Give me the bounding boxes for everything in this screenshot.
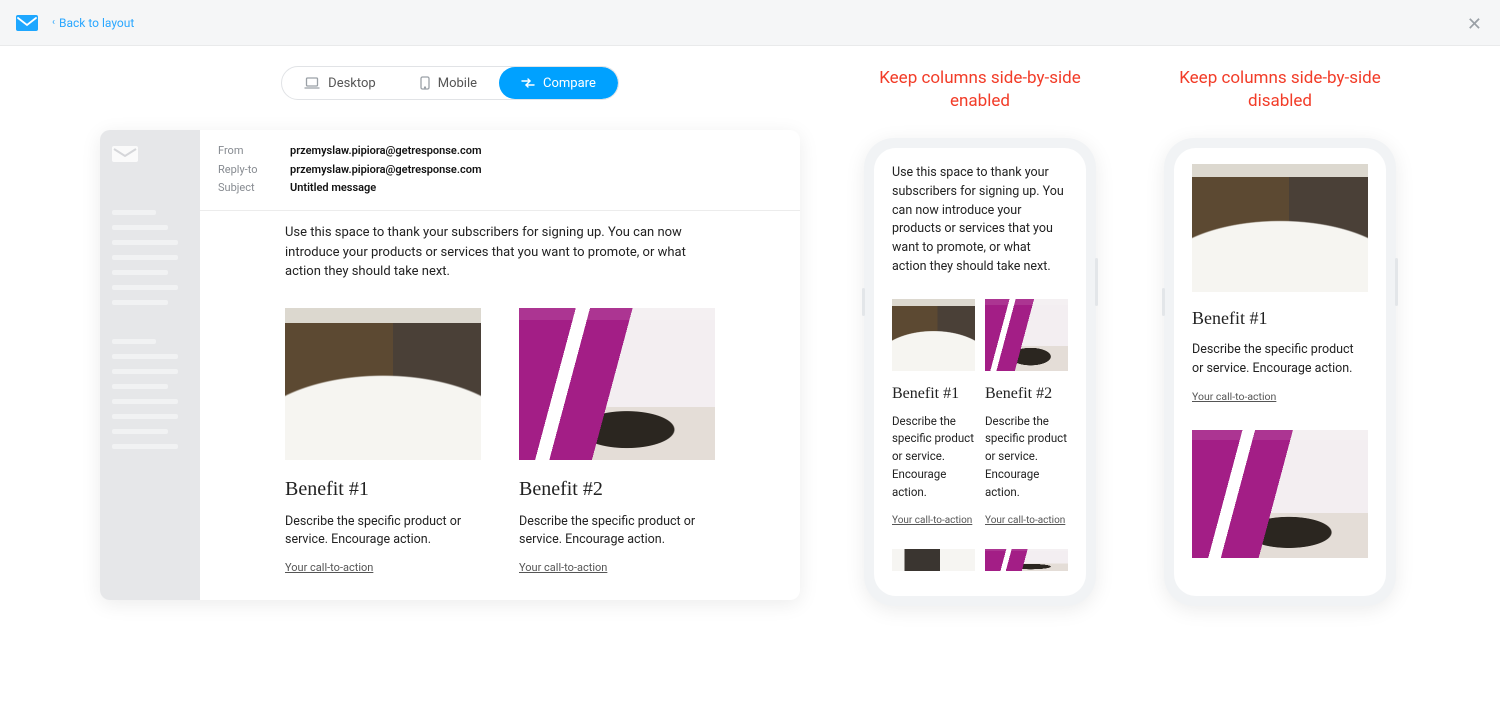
benefit-1-text: Describe the specific product or service…: [285, 513, 481, 551]
phone-screen-disabled: Benefit #1 Describe the specific product…: [1174, 148, 1386, 596]
benefit-col-2: Benefit #2 Describe the specific product…: [519, 308, 715, 576]
desktop-preview-column: Desktop Mobile: [100, 66, 800, 600]
back-label: Back to layout: [59, 16, 134, 30]
email-headers: From przemyslaw.pipiora@getresponse.com R…: [200, 130, 800, 211]
phone-b2-p: Describe the specific product or service…: [985, 413, 1068, 502]
preview-stage: Desktop Mobile: [0, 46, 1500, 646]
from-label: From: [218, 142, 264, 161]
preview-main: From przemyslaw.pipiora@getresponse.com R…: [200, 130, 800, 600]
toggle-compare-label: Compare: [543, 76, 596, 91]
mobile-preview-disabled-column: Keep columns side-by-side disabled Benef…: [1160, 66, 1400, 606]
view-toggle-mobile[interactable]: Mobile: [398, 67, 499, 99]
phone-col-1: Benefit #1 Describe the specific product…: [892, 299, 975, 527]
laptop-icon: [304, 77, 320, 89]
app-header: ‹ Back to layout ✕: [0, 0, 1500, 46]
reply-value: przemyslaw.pipiora@getresponse.com: [290, 161, 482, 180]
benefit-col-1: Benefit #1 Describe the specific product…: [285, 308, 481, 576]
phone-frame-enabled: Use this space to thank your subscribers…: [864, 138, 1096, 606]
phone-b2-h: Benefit #2: [985, 385, 1068, 403]
phone-twocol: Benefit #1 Describe the specific product…: [892, 299, 1068, 527]
subject-label: Subject: [218, 179, 264, 198]
benefits-row: Benefit #1 Describe the specific product…: [285, 308, 715, 576]
mobile-preview-enabled-column: Keep columns side-by-side enabled Use th…: [860, 66, 1100, 606]
phone-d-b1-p: Describe the specific product or service…: [1192, 341, 1368, 379]
view-toggle: Desktop Mobile: [281, 66, 619, 100]
phone-row2: [892, 549, 1068, 571]
disabled-title: Keep columns side-by-side disabled: [1160, 66, 1400, 114]
phone-stack-2: [1192, 430, 1368, 558]
phone-icon: [420, 76, 430, 90]
phone-b1-p: Describe the specific product or service…: [892, 413, 975, 502]
toggle-mobile-label: Mobile: [438, 76, 477, 91]
logo-envelope-icon: [16, 15, 38, 31]
back-to-layout-link[interactable]: ‹ Back to layout: [52, 16, 134, 30]
phone-d-image-1: [1192, 164, 1368, 292]
toggle-desktop-label: Desktop: [328, 76, 376, 91]
phone-intro-enabled: Use this space to thank your subscribers…: [892, 164, 1068, 277]
phone-d-b1-cta[interactable]: Your call-to-action: [1192, 390, 1276, 403]
benefit-2-heading: Benefit #2: [519, 478, 715, 501]
phone-stack: Benefit #1 Describe the specific product…: [1192, 164, 1368, 558]
phone-image-2: [985, 299, 1068, 371]
chevron-left-icon: ‹: [52, 17, 55, 28]
enabled-title: Keep columns side-by-side enabled: [860, 66, 1100, 114]
phone-b1-h: Benefit #1: [892, 385, 975, 403]
desktop-preview-card: From przemyslaw.pipiora@getresponse.com R…: [100, 130, 800, 600]
subject-value: Untitled message: [290, 179, 376, 198]
email-body: Use this space to thank your subscribers…: [200, 211, 800, 600]
phone-image-3: [892, 549, 975, 571]
close-icon[interactable]: ✕: [1467, 14, 1482, 35]
phone-image-4: [985, 549, 1068, 571]
intro-text: Use this space to thank your subscribers…: [285, 223, 715, 282]
phone-stack-1: Benefit #1 Describe the specific product…: [1192, 164, 1368, 404]
view-toggle-compare[interactable]: Compare: [499, 67, 618, 99]
phone-col-2: Benefit #2 Describe the specific product…: [985, 299, 1068, 527]
benefit-2-text: Describe the specific product or service…: [519, 513, 715, 551]
phone-image-1: [892, 299, 975, 371]
preview-sidebar: [100, 130, 200, 600]
phone-b1-cta[interactable]: Your call-to-action: [892, 515, 972, 526]
compare-icon: [521, 78, 535, 88]
phone-d-image-2: [1192, 430, 1368, 558]
product-image-2: [519, 308, 715, 460]
benefit-1-cta[interactable]: Your call-to-action: [285, 561, 373, 574]
phone-frame-disabled: Benefit #1 Describe the specific product…: [1164, 138, 1396, 606]
reply-label: Reply-to: [218, 161, 264, 180]
phone-b2-cta[interactable]: Your call-to-action: [985, 515, 1065, 526]
phone-d-b1-h: Benefit #1: [1192, 308, 1368, 329]
mail-icon: [112, 146, 138, 162]
phone-screen-enabled: Use this space to thank your subscribers…: [874, 148, 1086, 596]
from-value: przemyslaw.pipiora@getresponse.com: [290, 142, 482, 161]
benefit-2-cta[interactable]: Your call-to-action: [519, 561, 607, 574]
benefit-1-heading: Benefit #1: [285, 478, 481, 501]
product-image-1: [285, 308, 481, 460]
view-toggle-desktop[interactable]: Desktop: [282, 67, 398, 99]
